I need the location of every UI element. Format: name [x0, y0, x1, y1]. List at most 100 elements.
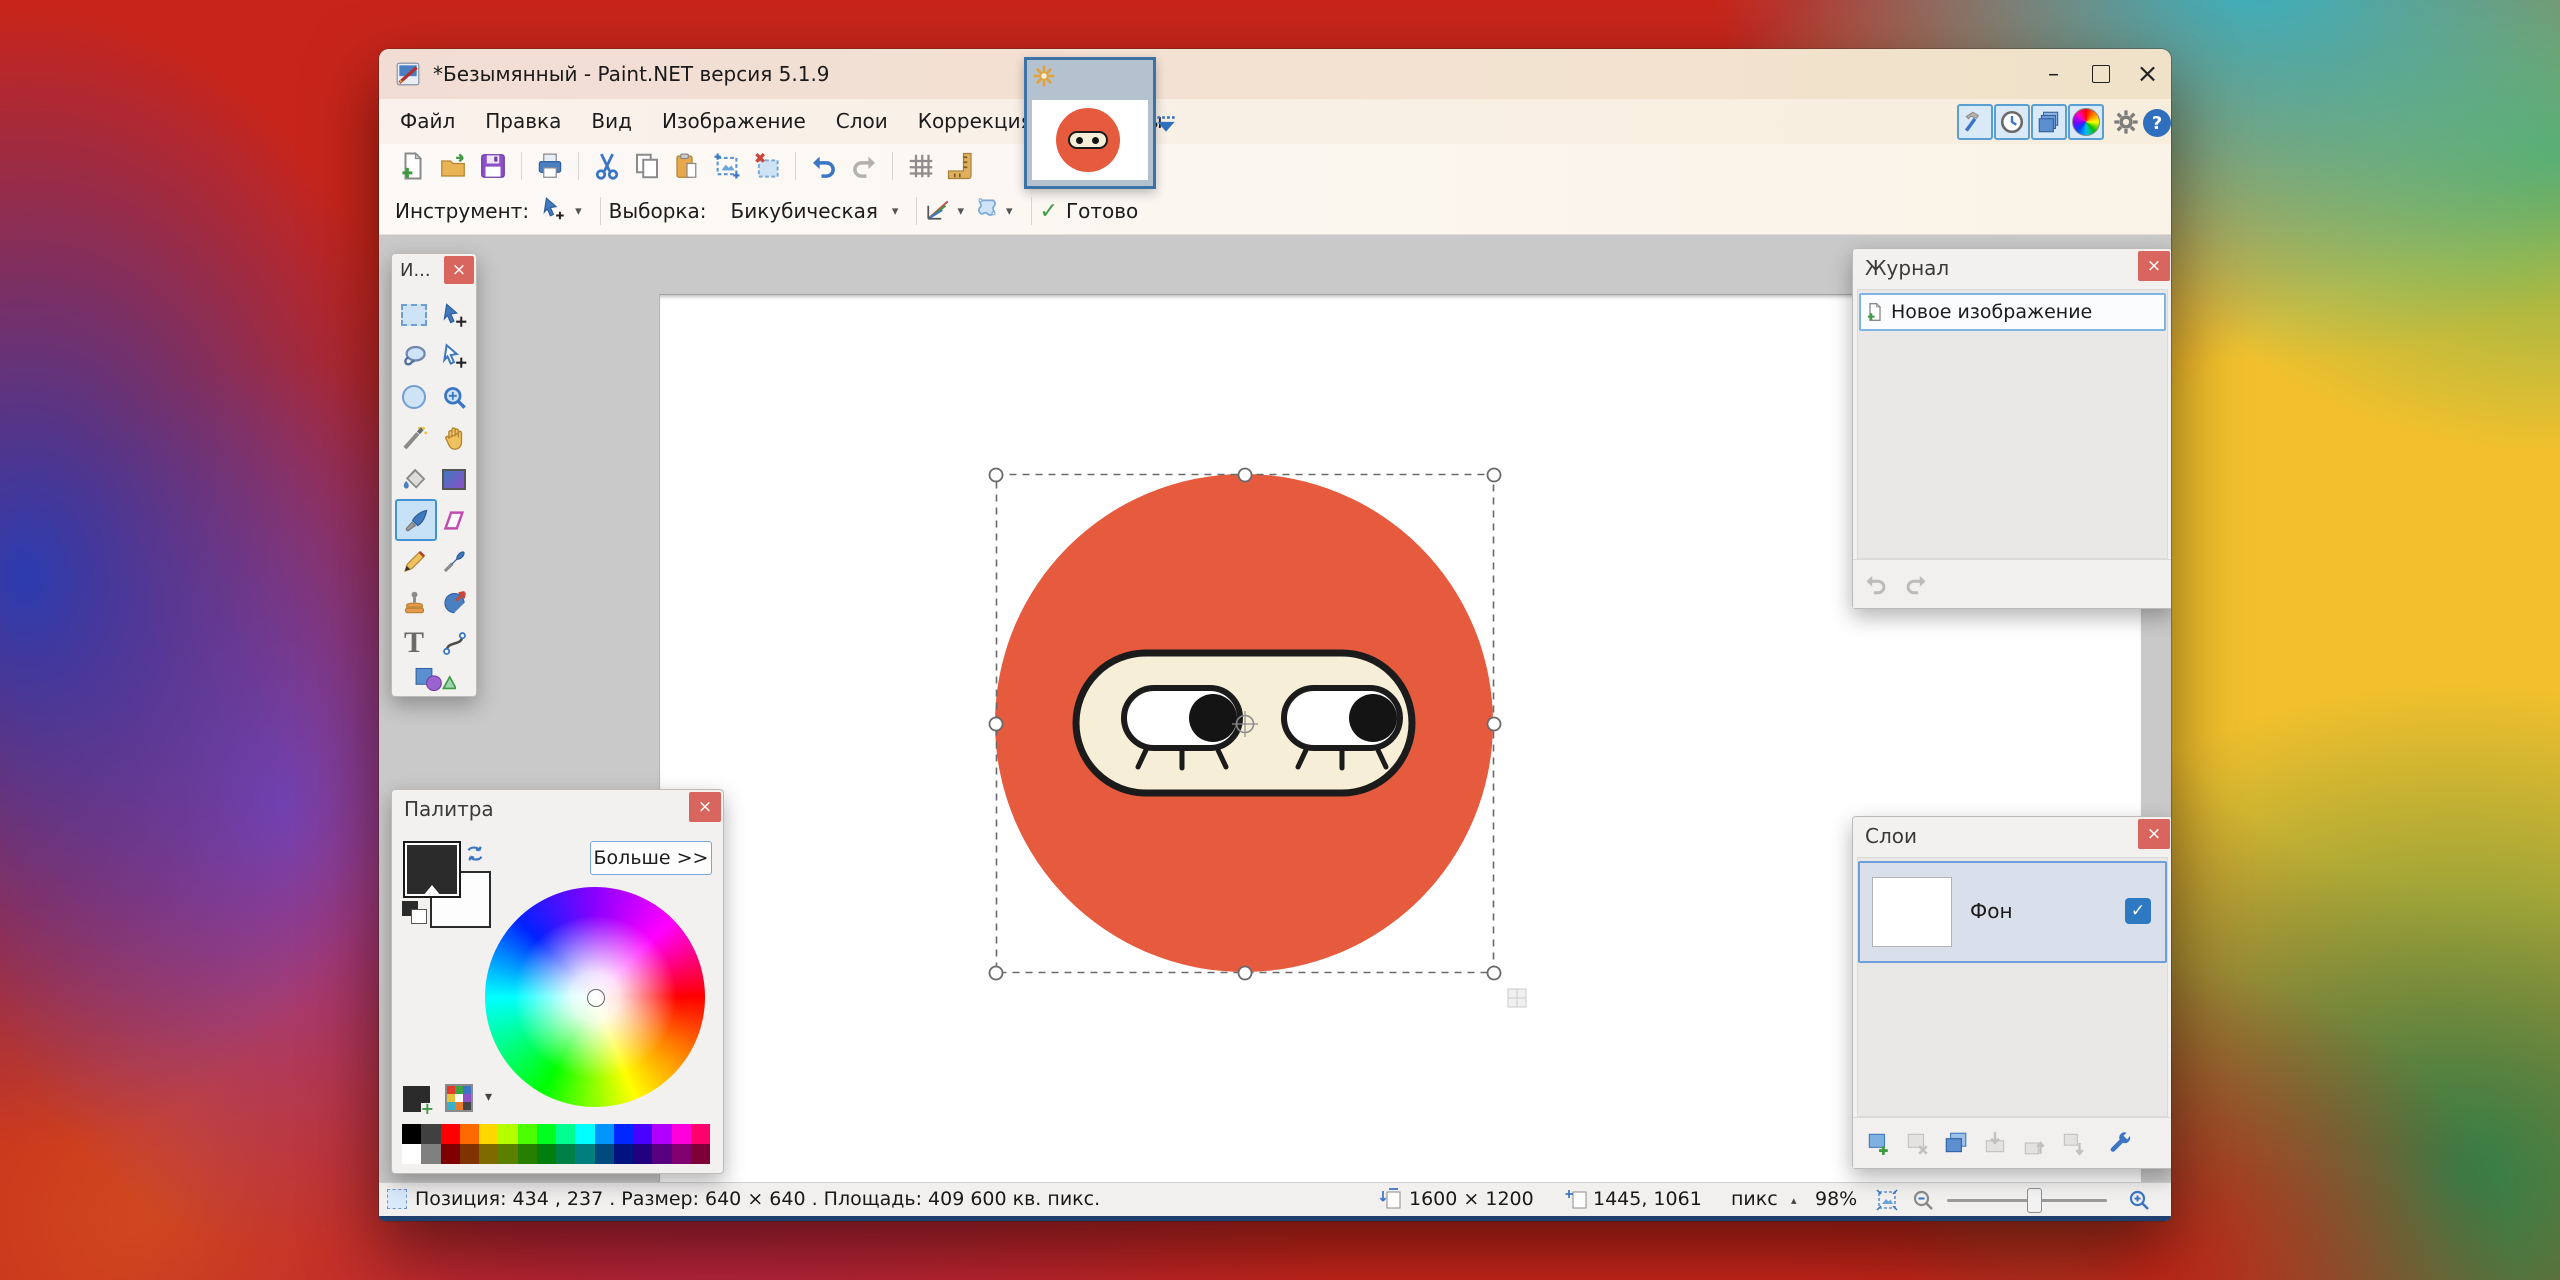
paste-icon[interactable] [670, 149, 704, 183]
undo-icon[interactable] [807, 149, 841, 183]
color-swatch[interactable] [441, 1144, 460, 1164]
ruler-icon[interactable] [944, 149, 978, 183]
tool-pencil[interactable] [395, 542, 433, 580]
toggle-colors-window[interactable] [2068, 104, 2104, 140]
tool-shapes[interactable] [412, 660, 458, 698]
color-wheel-selector[interactable] [587, 989, 605, 1007]
tool-clone-stamp[interactable] [395, 583, 433, 621]
crop-icon[interactable] [710, 149, 744, 183]
history-undo-icon[interactable] [1863, 571, 1889, 597]
color-swatch[interactable] [672, 1144, 691, 1164]
sampling-mode-icon[interactable] [925, 196, 951, 227]
menu-edit[interactable]: Правка [470, 99, 576, 144]
color-swatch[interactable] [595, 1124, 614, 1144]
image-list-dropdown-button[interactable] [1153, 111, 1179, 137]
menu-layers[interactable]: Слои [821, 99, 903, 144]
palette-panel-close-button[interactable]: × [689, 792, 721, 822]
color-swatch[interactable] [652, 1144, 671, 1164]
tool-magic-wand[interactable] [395, 419, 433, 457]
tool-ellipse-select[interactable] [395, 378, 433, 416]
print-icon[interactable] [533, 149, 567, 183]
tool-line-curve[interactable] [435, 624, 473, 662]
color-swatch[interactable] [537, 1144, 556, 1164]
render-caret[interactable]: ▾ [1006, 204, 1013, 219]
primary-color-swatch[interactable] [403, 841, 461, 898]
units-value[interactable]: пикс [1731, 1188, 1778, 1210]
title-bar[interactable]: *Безымянный - Paint.NET версия 5.1.9 – × [379, 49, 2171, 99]
tool-paint-bucket[interactable] [395, 460, 433, 498]
resampling-caret[interactable]: ▾ [892, 204, 899, 219]
menu-file[interactable]: Файл [385, 99, 470, 144]
color-swatch[interactable] [633, 1144, 652, 1164]
deselect-icon[interactable] [750, 149, 784, 183]
color-swatch[interactable] [652, 1124, 671, 1144]
tool-dropdown-caret[interactable]: ▾ [575, 204, 582, 219]
tool-lasso-select[interactable] [395, 337, 433, 375]
layers-panel-close-button[interactable]: × [2138, 819, 2170, 849]
history-item-new-image[interactable]: Новое изображение [1859, 293, 2166, 331]
close-button[interactable]: × [2124, 49, 2171, 99]
palette-more-button[interactable]: Больше >> [590, 841, 712, 875]
tool-eraser[interactable] [435, 501, 473, 539]
settings-button[interactable] [2112, 108, 2142, 138]
tool-paintbrush-selected[interactable] [395, 499, 437, 541]
toggle-history-window[interactable] [1994, 104, 2030, 140]
redo-icon[interactable] [847, 149, 881, 183]
color-swatch[interactable] [691, 1144, 710, 1164]
color-swatch[interactable] [614, 1124, 633, 1144]
copy-icon[interactable] [630, 149, 664, 183]
color-swatch[interactable] [479, 1144, 498, 1164]
color-swatch[interactable] [460, 1144, 479, 1164]
cut-icon[interactable] [590, 149, 624, 183]
history-panel-close-button[interactable]: × [2138, 251, 2170, 281]
color-swatch[interactable] [518, 1144, 537, 1164]
swap-colors-icon[interactable] [464, 843, 486, 865]
menu-image[interactable]: Изображение [647, 99, 821, 144]
minimize-button[interactable]: – [2030, 49, 2077, 99]
zoom-slider-thumb[interactable] [2027, 1188, 2042, 1213]
maximize-button[interactable] [2077, 49, 2124, 99]
color-swatch[interactable] [691, 1124, 710, 1144]
help-button[interactable]: ? [2143, 109, 2171, 137]
color-swatch[interactable] [421, 1144, 440, 1164]
tool-zoom[interactable] [435, 378, 473, 416]
grid-icon[interactable] [904, 149, 938, 183]
tools-panel-close-button[interactable]: × [444, 256, 474, 284]
mini-secondary-swatch[interactable] [411, 909, 427, 924]
resampling-value[interactable]: Бикубическая [730, 199, 877, 223]
palette-presets-caret[interactable]: ▾ [485, 1089, 492, 1105]
duplicate-layer-icon[interactable] [1941, 1128, 1971, 1158]
layer-visibility-checkbox[interactable]: ✓ [2125, 898, 2151, 924]
tool-recolor[interactable] [435, 583, 473, 621]
color-swatch[interactable] [614, 1144, 633, 1164]
layer-properties-icon[interactable] [2105, 1128, 2135, 1158]
tool-move-selection[interactable] [435, 337, 473, 375]
color-swatch[interactable] [498, 1144, 517, 1164]
tool-move-selected-pixels[interactable] [435, 296, 473, 334]
color-swatch[interactable] [421, 1124, 440, 1144]
add-color-icon[interactable]: + [403, 1086, 430, 1112]
merge-down-icon[interactable] [1980, 1128, 2010, 1158]
selection-render-icon[interactable] [974, 196, 1000, 227]
color-swatch[interactable] [402, 1144, 421, 1164]
color-swatch[interactable] [460, 1124, 479, 1144]
sampling-caret[interactable]: ▾ [957, 204, 964, 219]
tool-rectangle-select[interactable] [395, 296, 433, 334]
history-redo-icon[interactable] [1903, 571, 1929, 597]
color-swatch[interactable] [498, 1124, 517, 1144]
menu-view[interactable]: Вид [576, 99, 647, 144]
add-layer-icon[interactable] [1863, 1128, 1893, 1158]
color-swatch[interactable] [672, 1124, 691, 1144]
save-icon[interactable] [476, 149, 510, 183]
tool-pan[interactable] [435, 419, 473, 457]
zoom-to-window-icon[interactable] [1875, 1188, 1899, 1217]
layer-row-background[interactable]: Фон ✓ [1858, 861, 2167, 963]
move-layer-down-icon[interactable] [2058, 1128, 2088, 1158]
color-swatch[interactable] [575, 1124, 594, 1144]
color-swatch[interactable] [575, 1144, 594, 1164]
zoom-out-icon[interactable] [1911, 1188, 1935, 1217]
color-swatch[interactable] [402, 1124, 421, 1144]
delete-layer-icon[interactable] [1902, 1128, 1932, 1158]
move-layer-up-icon[interactable] [2019, 1128, 2049, 1158]
finish-button-label[interactable]: Готово [1066, 199, 1138, 223]
